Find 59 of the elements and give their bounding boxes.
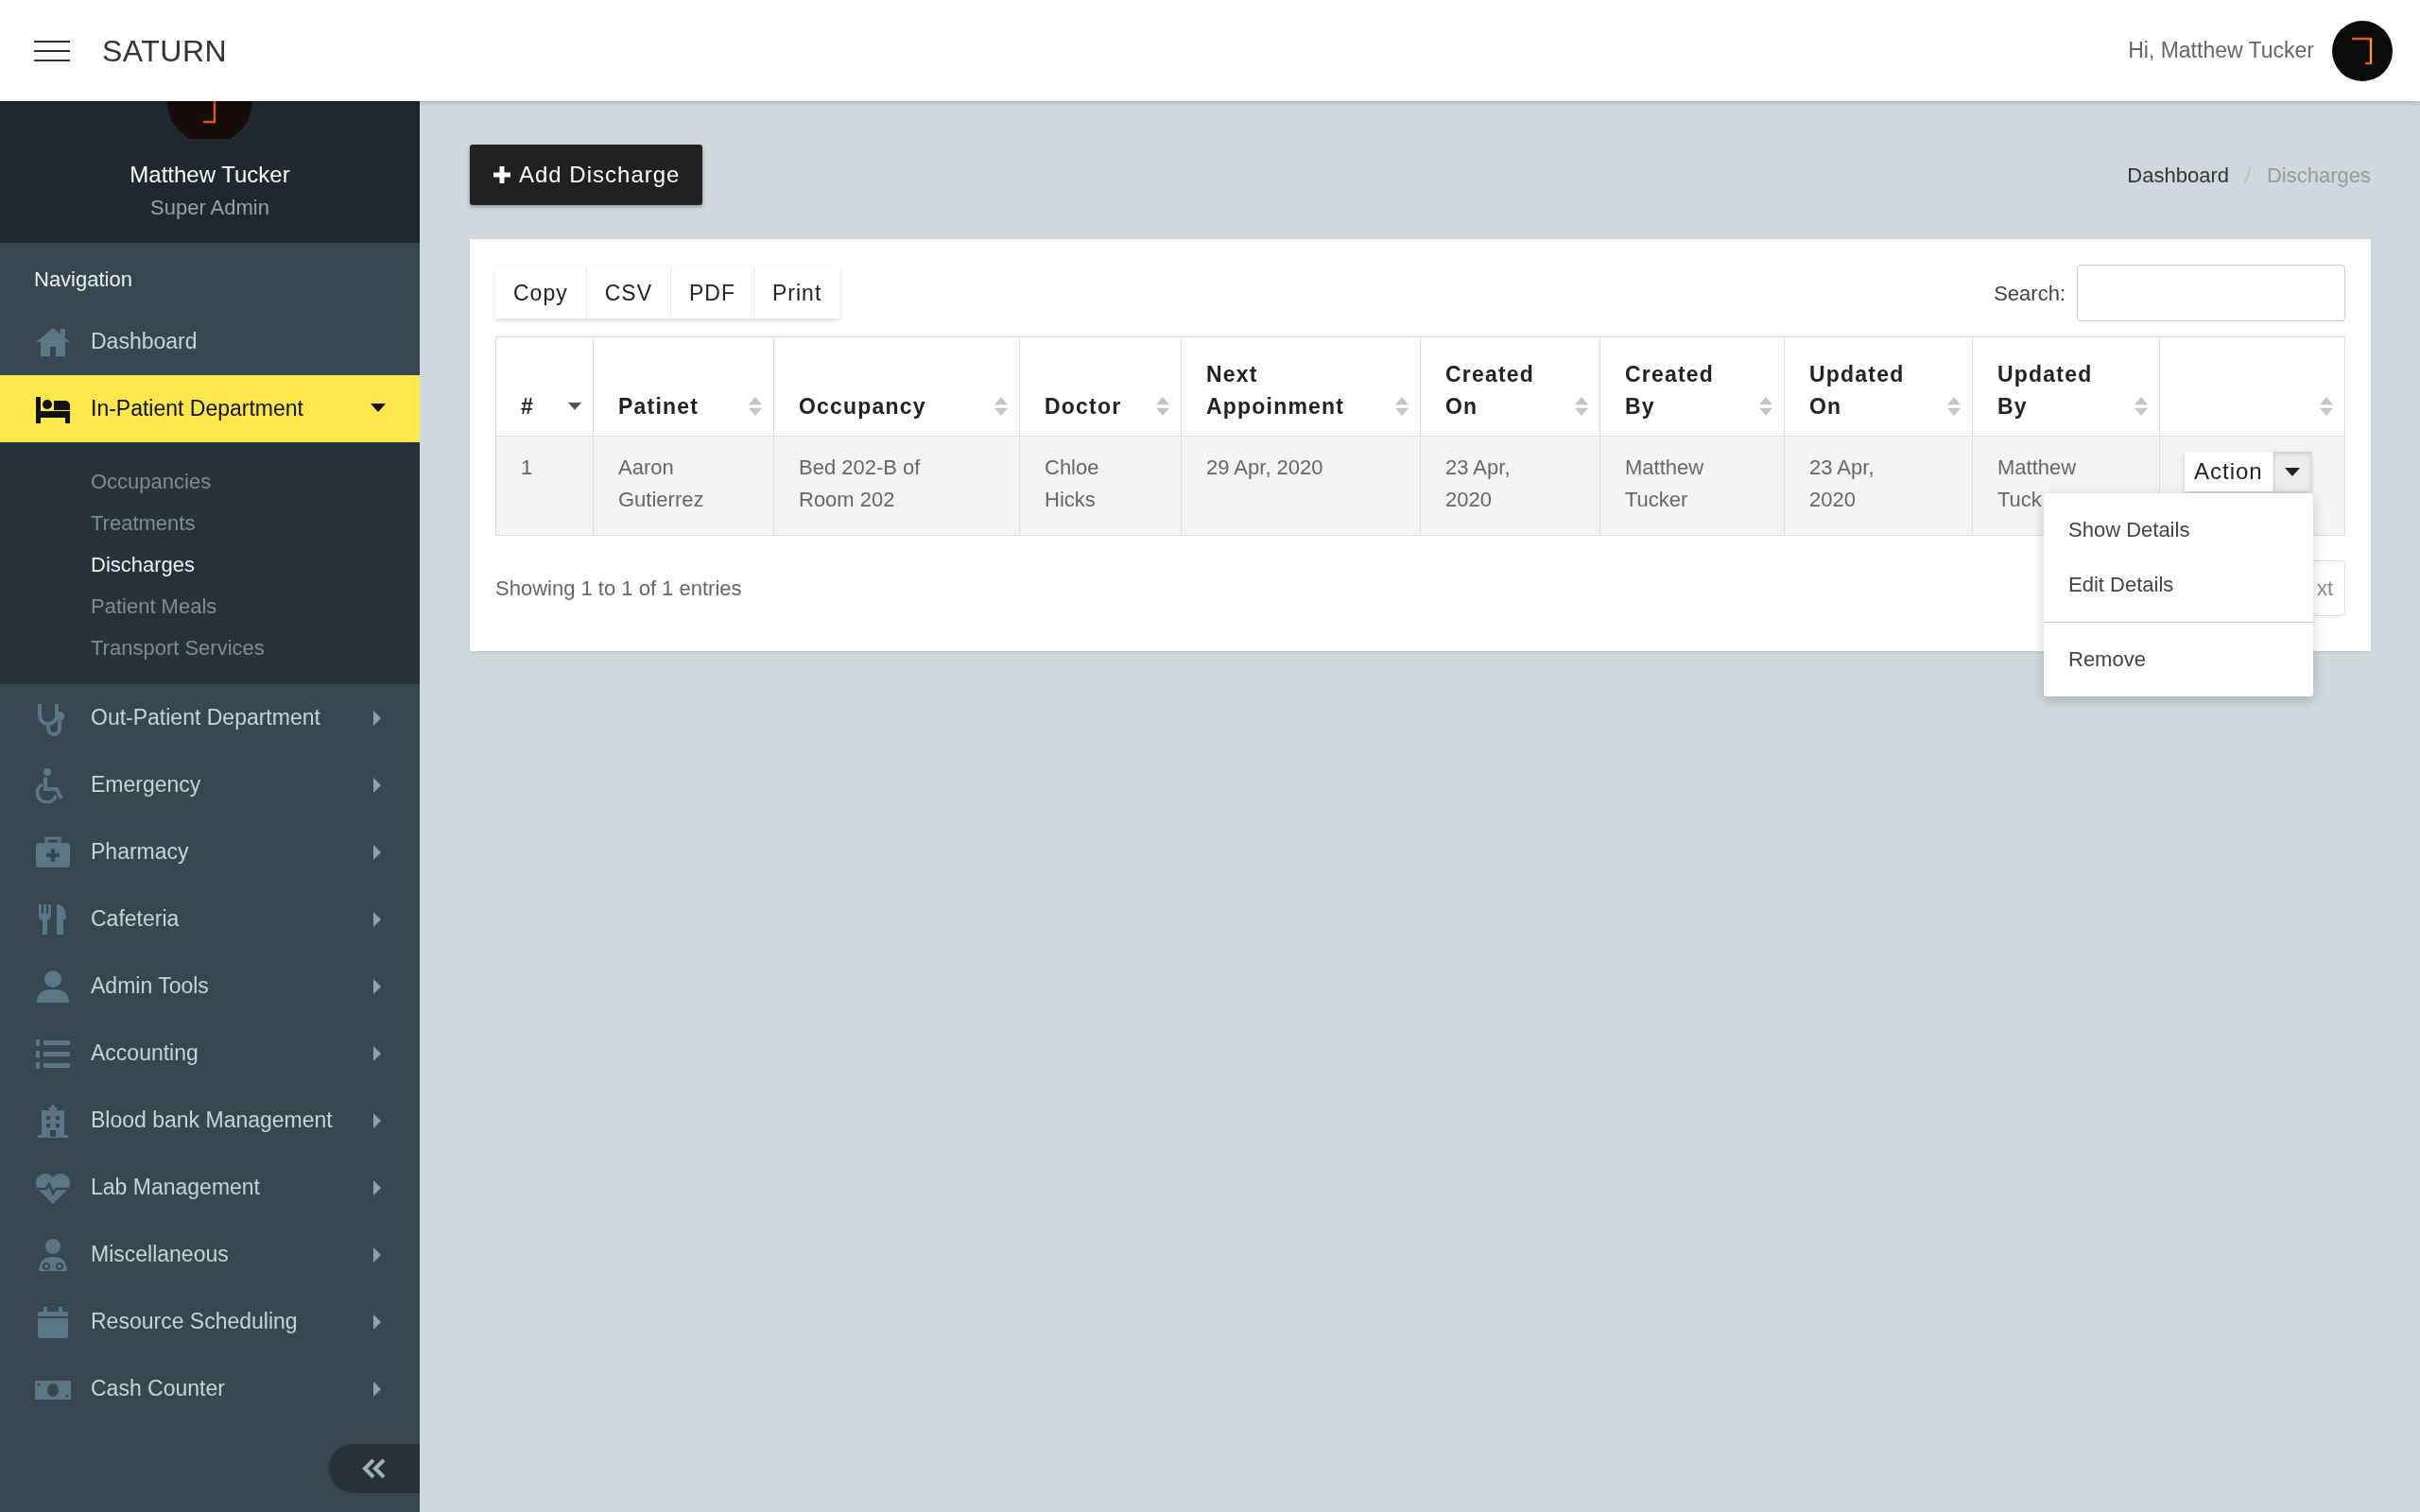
nav-item[interactable]: Out-Patient Department [0,684,420,751]
entries-info: Showing 1 to 1 of 1 entries [495,576,742,602]
column-header[interactable]: Updated By [1972,336,2160,437]
breadcrumb-link[interactable]: Dashboard [2127,159,2229,191]
nav-item[interactable]: In-Patient Department [0,375,420,442]
table-cell: Chloe Hicks [1019,436,1182,536]
column-header[interactable]: Doctor [1019,336,1182,437]
table-cell: 29 Apr, 2020 [1181,436,1421,536]
submenu-item[interactable]: Occupancies [0,461,420,503]
user-avatar[interactable] [2331,19,2394,82]
plus-icon [493,165,511,184]
submenu-item[interactable]: Treatments [0,503,420,544]
add-discharge-button[interactable]: Add Discharge [470,145,703,205]
submenu-item[interactable]: Discharges [0,544,420,586]
profile-name: Matthew Tucker [130,161,290,189]
table-cell: Bed 202-B of Room 202 [773,436,1020,536]
column-header[interactable]: # [495,336,594,437]
greeting-text: Hi, Matthew Tucker [2128,37,2314,65]
collapse-button[interactable] [329,1444,420,1493]
nav-item[interactable]: Miscellaneous [0,1221,420,1288]
column-header[interactable]: Updated On [1784,336,1973,437]
nav-item[interactable]: Admin Tools [0,953,420,1020]
search-field[interactable] [2077,265,2345,321]
column-header[interactable]: Occupancy [773,336,1020,437]
breadcrumb-separator [2243,164,2252,185]
export-button[interactable]: PDF [671,266,754,319]
profile-role: Super Admin [150,195,269,221]
menu-item[interactable]: Remove [2044,632,2313,687]
submenu-item[interactable]: Transport Services [0,627,420,669]
submenu-item[interactable]: Patient Meals [0,586,420,627]
nav-item[interactable]: Emergency [0,751,420,818]
nav-item[interactable]: Resource Scheduling [0,1288,420,1355]
menu-icon[interactable] [34,40,70,61]
export-button[interactable]: CSV [586,266,671,319]
nav-item[interactable]: Cash Counter [0,1355,420,1422]
action-button[interactable]: Action [2185,452,2273,491]
brand-name: SATURN [102,32,228,70]
table-cell: 23 Apr, 2020 [1420,436,1600,536]
table-cell: 23 Apr, 2020 [1784,436,1973,536]
user-icon [34,968,72,1005]
table-cell: Matthew Tucker [1599,436,1785,536]
nav-item[interactable]: Blood bank Management [0,1087,420,1154]
column-header[interactable]: Created By [1599,336,1785,437]
nav-item[interactable]: Lab Management [0,1154,420,1221]
search-label: Search: [1994,280,2066,307]
export-button[interactable]: Copy [495,266,587,319]
table-cell: 1 [495,436,594,536]
nav-heading: Navigation [33,266,133,293]
nav-item[interactable]: Dashboard [0,308,420,375]
column-header[interactable]: Patinet [593,336,774,437]
column-header[interactable]: Next Appoinment [1181,336,1421,437]
nav-item[interactable]: Pharmacy [0,818,420,885]
nav-item[interactable]: Cafeteria [0,885,420,953]
column-header[interactable]: Created On [1420,336,1600,437]
nav-item[interactable]: Accounting [0,1020,420,1087]
table-cell: Aaron Gutierrez [593,436,774,536]
export-button[interactable]: Print [754,266,840,319]
dropdown-toggle-button[interactable] [2272,452,2311,491]
menu-item[interactable]: Edit Details [2044,558,2313,612]
